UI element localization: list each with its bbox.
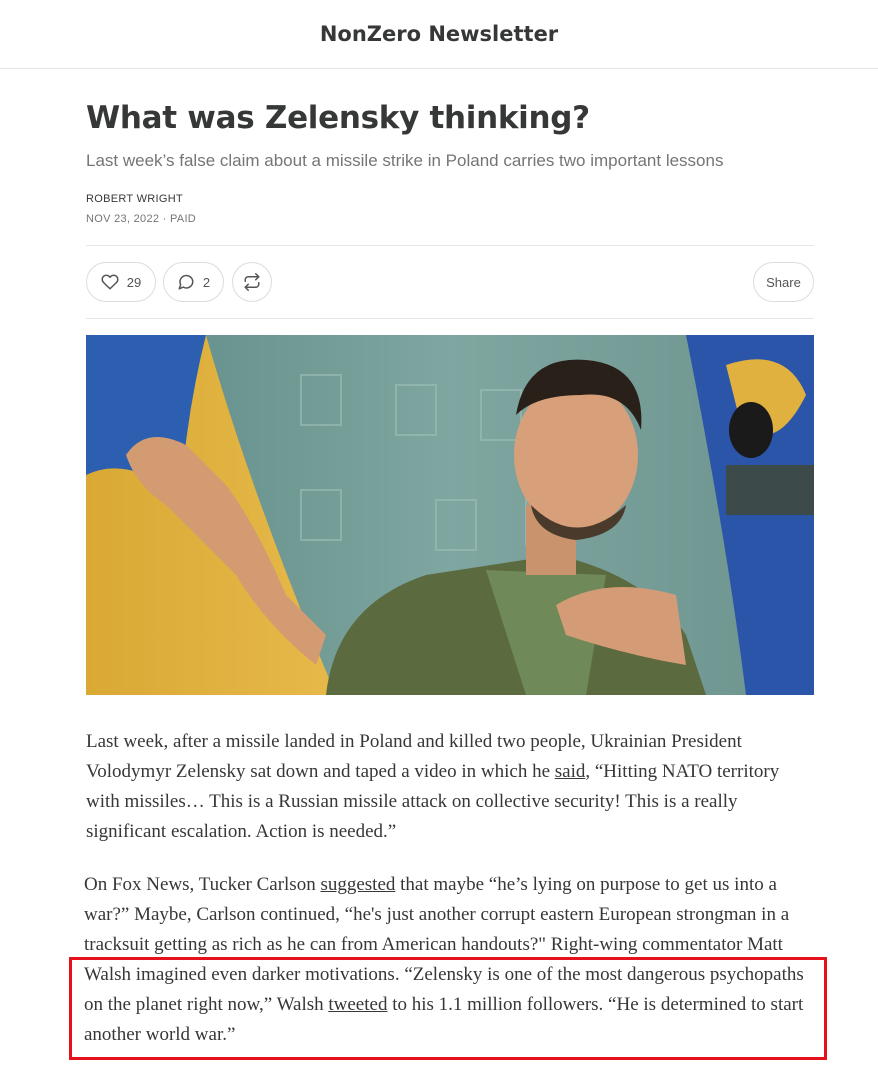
paragraph-2-text-a: On Fox News, Tucker Carlson: [84, 874, 321, 895]
restack-button[interactable]: [232, 262, 272, 302]
share-button[interactable]: Share: [753, 262, 814, 302]
publication-name[interactable]: NonZero Newsletter: [320, 22, 558, 46]
comment-count: 2: [202, 274, 211, 290]
like-count: 29: [126, 274, 142, 290]
comment-button[interactable]: 2: [163, 262, 224, 302]
heart-icon: [101, 274, 119, 290]
post-author[interactable]: ROBERT WRIGHT: [86, 193, 183, 205]
like-button[interactable]: 29: [86, 262, 156, 302]
restack-icon: [244, 273, 260, 291]
top-bar: NonZero Newsletter: [0, 0, 878, 69]
divider-bottom: [86, 318, 814, 319]
post-subtitle: Last week’s false claim about a missile …: [86, 151, 724, 170]
link-said[interactable]: said: [555, 761, 586, 782]
post-title: What was Zelensky thinking?: [86, 100, 590, 136]
divider-top: [86, 245, 814, 246]
paragraph-1: Last week, after a missile landed in Pol…: [86, 727, 816, 847]
share-label: Share: [766, 274, 801, 290]
comment-icon: [178, 274, 194, 290]
highlight-annotation-box: [69, 957, 827, 1060]
hero-illustration: [86, 335, 814, 695]
link-suggested[interactable]: suggested: [320, 874, 395, 895]
post-meta: NOV 23, 2022 · PAID: [86, 213, 197, 225]
hero-image[interactable]: [86, 335, 814, 695]
